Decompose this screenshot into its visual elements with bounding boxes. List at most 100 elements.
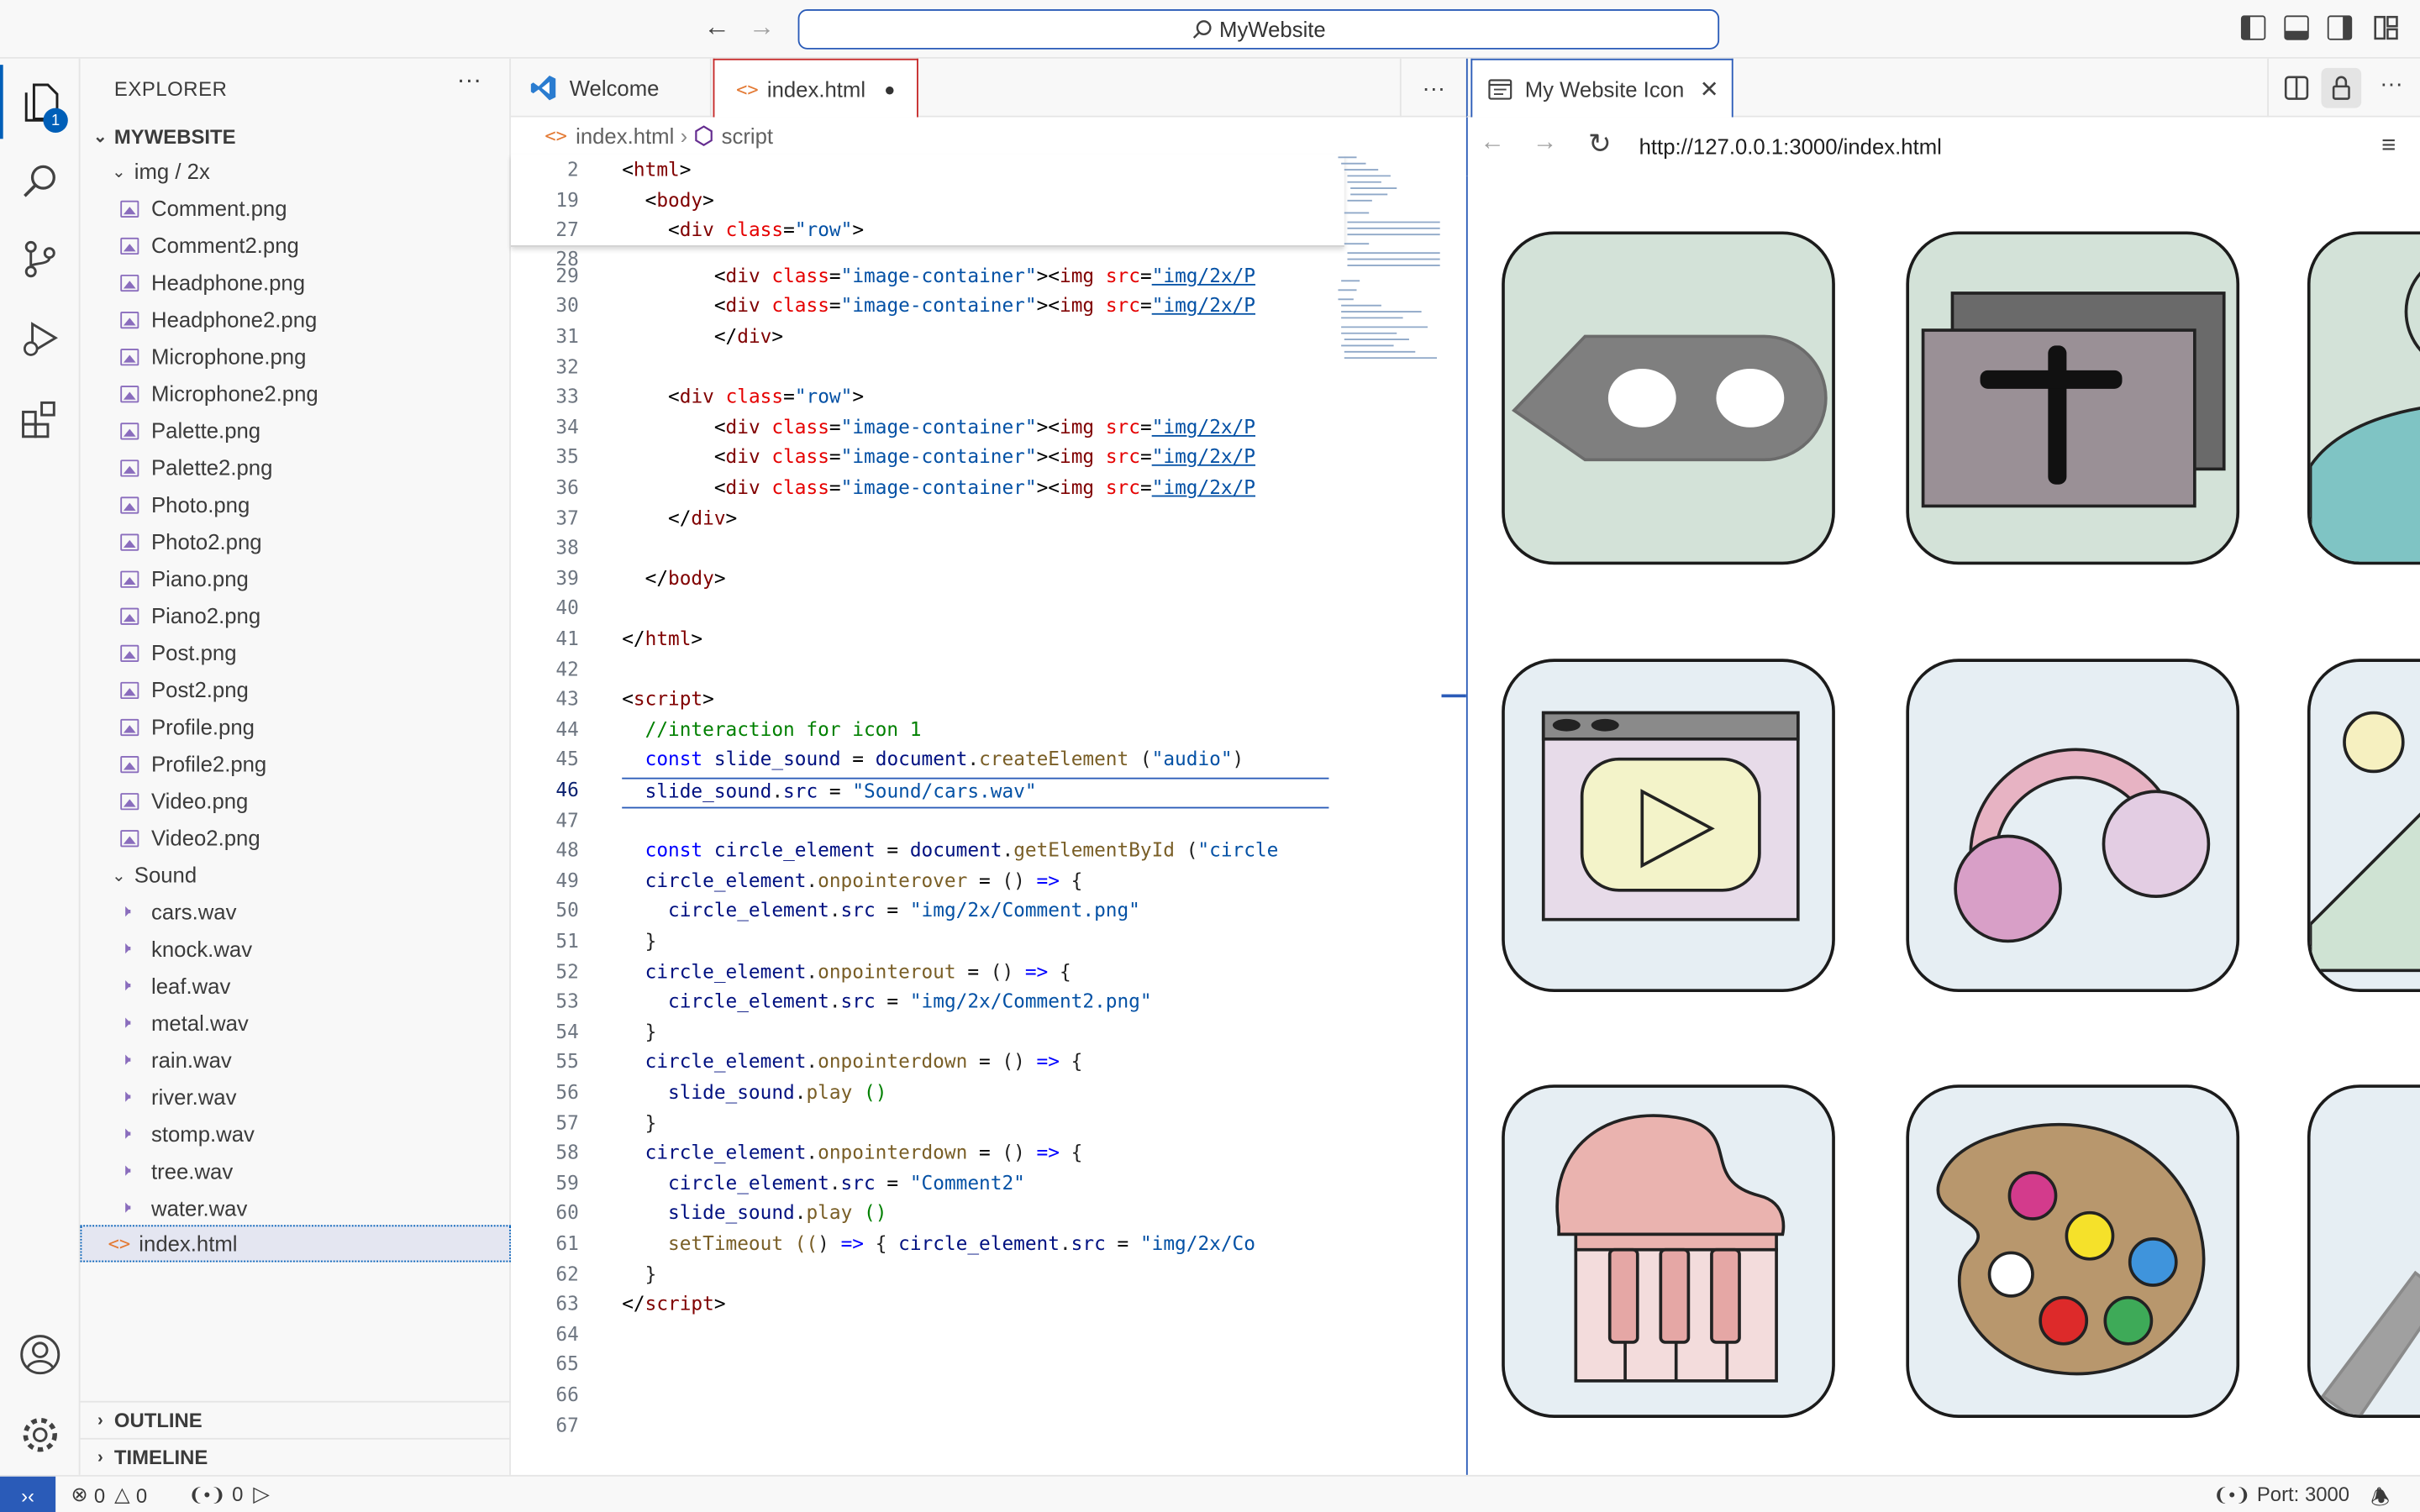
file-sound[interactable]: 🕨 leaf.wav [81,968,511,1005]
back-arrow-icon[interactable]: ← [704,13,730,44]
folder-root[interactable]: ⌄ MYWEBSITE [81,118,511,155]
remote-indicator-icon[interactable]: ›‹ [0,1477,55,1512]
file-image[interactable]: Video2.png [81,819,511,856]
profile-icon-image[interactable] [2307,232,2420,565]
file-sound[interactable]: 🕨 water.wav [81,1189,511,1226]
line-number: 30 [511,293,579,317]
outline-section[interactable]: › OUTLINE [81,1401,511,1438]
browser-nav-bar: ← → ↻ http://127.0.0.1:3000/index.html ≡ [1466,118,2420,176]
file-image[interactable]: Headphone2.png [81,301,511,338]
file-sound[interactable]: 🕨 metal.wav [81,1005,511,1042]
warning-count: 0 [136,1483,147,1507]
photo-icon-image[interactable] [2307,659,2420,992]
file-image[interactable]: Photo2.png [81,523,511,560]
source-control-activity[interactable] [0,222,81,296]
palette-icon-image[interactable] [1906,1084,2239,1418]
search-activity[interactable] [0,145,81,219]
customize-layout-icon[interactable] [2374,15,2398,39]
editor-tab-bar: Welcome <> index.html ● ··· [511,59,1466,118]
port-status[interactable]: ❨•❩ Port: 3000 [2213,1483,2349,1506]
problems-indicator[interactable]: ⊗ 0 △ 0 [71,1483,147,1507]
toggle-panel-icon[interactable] [2284,15,2308,39]
command-center-search[interactable]: MyWebsite [798,9,1720,50]
post-icon-image[interactable] [1906,232,2239,565]
toggle-primary-sidebar-icon[interactable] [2241,15,2265,39]
file-sound[interactable]: 🕨 stomp.wav [81,1116,511,1152]
file-image[interactable]: Profile2.png [81,745,511,782]
file-sound[interactable]: 🕨 cars.wav [81,893,511,930]
file-sound[interactable]: 🕨 knock.wav [81,931,511,968]
editor-more-actions-icon[interactable]: ··· [1400,59,1466,118]
file-image[interactable]: Palette2.png [81,449,511,486]
debug-launch-icon[interactable]: ▷ [253,1481,270,1507]
line-number: 34 [511,415,579,438]
accounts-activity[interactable] [0,1318,81,1392]
file-image[interactable]: Comment.png [81,190,511,227]
comment-icon-image[interactable] [1502,232,1835,565]
piano-icon-image[interactable] [1502,1084,1835,1418]
code-editor[interactable]: 28 29 30 31 32 33 34 35 36 37 38 39 40 4… [511,155,1466,1475]
tab-index-html[interactable]: <> index.html ● [713,59,918,118]
tab-welcome[interactable]: Welcome [511,59,712,118]
file-image[interactable]: Microphone2.png [81,375,511,412]
file-index-html[interactable]: <> index.html [81,1225,511,1262]
hamburger-menu-icon[interactable]: ≡ [2381,133,2396,160]
file-image[interactable]: Comment2.png [81,227,511,264]
extensions-activity[interactable] [0,383,81,457]
folder-sound[interactable]: ⌄ Sound [81,856,511,893]
scrollbar-thumb[interactable] [1442,695,1466,698]
url-field[interactable]: http://127.0.0.1:3000/index.html [1639,134,1942,159]
browser-back-icon[interactable]: ← [1480,129,1504,157]
code-line: circle_element.onpointerdown = () => { [622,1140,1082,1163]
breadcrumb-file[interactable]: index.html [576,123,674,148]
unsaved-dot-icon[interactable]: ● [884,78,895,100]
ports-indicator[interactable]: ❨•❩ 0 [188,1483,243,1506]
image-file-icon [120,533,139,550]
file-image[interactable]: Palette.png [81,412,511,449]
microphone-icon-image[interactable] [2307,1084,2420,1418]
headphone-icon-image[interactable] [1906,659,2239,992]
file-image[interactable]: Post2.png [81,671,511,708]
chevron-down-icon: ⌄ [108,864,130,885]
folder-img[interactable]: ⌄ img / 2x [81,153,511,190]
file-sound[interactable]: 🕨 river.wav [81,1079,511,1116]
tab-browser-preview[interactable]: My Website Icon ✕ [1470,59,1733,118]
lock-icon[interactable] [2321,68,2361,108]
forward-arrow-icon[interactable]: → [749,13,775,44]
notifications-bell-icon[interactable]: 🕭 [2370,1481,2390,1512]
video-icon-image[interactable] [1502,659,1835,992]
tab-label: Welcome [570,76,660,100]
file-image[interactable]: Piano2.png [81,597,511,634]
more-actions-icon[interactable]: ··· [2380,71,2403,97]
timeline-section[interactable]: › TIMELINE [81,1438,511,1475]
file-label: Palette.png [151,418,260,443]
more-actions-icon[interactable]: ··· [457,68,481,96]
reload-icon[interactable]: ↻ [1588,128,1612,160]
toggle-secondary-sidebar-icon[interactable] [2328,15,2352,39]
sticky-scroll[interactable]: 2 19 27 <html> <body> <div class="row"> [511,155,1344,247]
file-image[interactable]: Profile.png [81,708,511,745]
manage-activity[interactable] [0,1398,81,1472]
browser-icon [1488,78,1512,100]
close-icon[interactable]: ✕ [1700,75,1719,102]
explorer-activity[interactable]: 1 [0,65,81,139]
run-debug-activity[interactable] [0,302,81,376]
file-image[interactable]: Video.png [81,782,511,819]
file-image[interactable]: Photo.png [81,486,511,523]
file-image[interactable]: Microphone.png [81,338,511,375]
browser-forward-icon[interactable]: → [1533,129,1557,157]
activity-bar: 1 [0,59,81,1475]
file-image[interactable]: Piano.png [81,560,511,597]
file-image[interactable]: Headphone.png [81,264,511,301]
line-number: 41 [511,627,579,650]
split-editor-icon[interactable] [2284,76,2308,108]
file-sound[interactable]: 🕨 tree.wav [81,1152,511,1189]
image-file-icon [120,385,139,402]
code-line: slide_sound.play () [622,1200,886,1224]
account-icon [18,1333,61,1376]
breadcrumb-symbol[interactable]: script [722,123,773,148]
minimap[interactable] [1335,155,1444,370]
folder-root-label: MYWEBSITE [114,124,236,148]
file-image[interactable]: Post.png [81,634,511,671]
file-sound[interactable]: 🕨 rain.wav [81,1042,511,1079]
